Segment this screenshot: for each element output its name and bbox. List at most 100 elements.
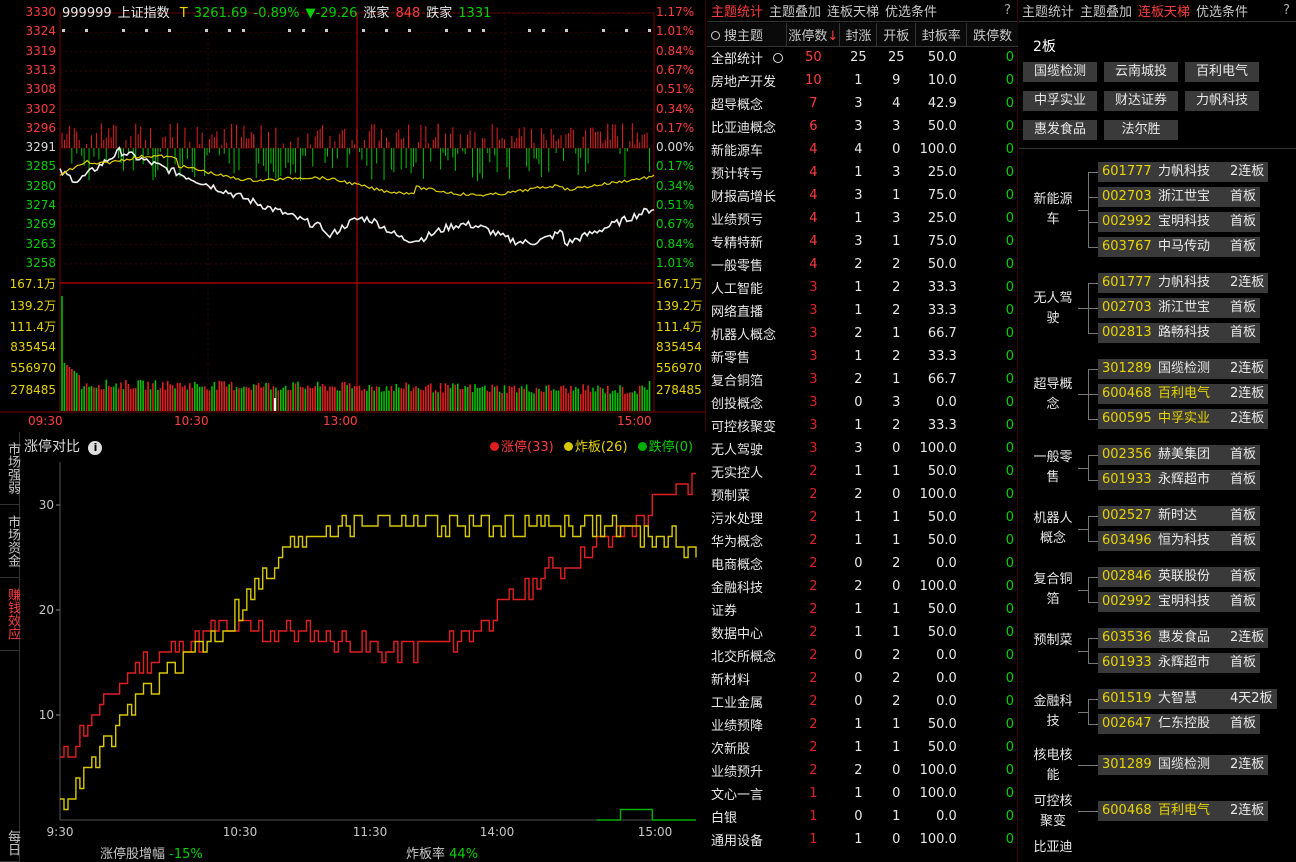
theme-row[interactable]: 无人驾驶 3 3 0 100.0 0 xyxy=(707,437,1018,460)
help-icon-2[interactable]: ? xyxy=(1283,3,1290,18)
ladder-stock-row[interactable]: 601777 力帆科技 2连板 xyxy=(1098,273,1269,293)
theme-row[interactable]: 预计转亏 4 1 3 25.0 0 xyxy=(707,161,1018,184)
stock-chip[interactable]: 法尔胜 xyxy=(1104,120,1178,140)
ladder-stock-row[interactable]: 603767 中马传动 首板 xyxy=(1098,237,1261,257)
board-tag: 2连板 xyxy=(1230,411,1265,426)
search-theme-header[interactable]: 搜主题 xyxy=(707,23,788,47)
col-seal-rate[interactable]: 封板率 xyxy=(915,23,968,47)
col-sealed[interactable]: 封涨 xyxy=(839,23,878,47)
stock-chip[interactable]: 财达证券 xyxy=(1104,91,1178,111)
opened-count: 3 xyxy=(892,119,901,134)
theme-row[interactable]: 业绩预升 2 2 0 100.0 0 xyxy=(707,759,1018,782)
seal-rate: 75.0 xyxy=(927,234,957,249)
tab-board-ladder-2[interactable]: 连板天梯 xyxy=(1138,1,1190,20)
stock-code: 002356 xyxy=(1102,447,1152,462)
refresh-circle-icon[interactable] xyxy=(773,53,784,64)
opened-count: 0 xyxy=(892,579,901,594)
theme-row[interactable]: 污水处理 2 1 1 50.0 0 xyxy=(707,506,1018,529)
theme-row[interactable]: 业绩预降 2 1 1 50.0 0 xyxy=(707,713,1018,736)
theme-row[interactable]: 无实控人 2 1 1 50.0 0 xyxy=(707,460,1018,483)
stock-name: 仁东控股 xyxy=(1158,716,1211,731)
ladder-stock-row[interactable]: 002356 赫美集团 首板 xyxy=(1098,445,1261,465)
theme-row[interactable]: 业绩预亏 4 1 3 25.0 0 xyxy=(707,207,1018,230)
intraday-chart-svg[interactable] xyxy=(0,0,706,432)
event-marker xyxy=(325,29,328,32)
theme-row[interactable]: 新零售 3 1 2 33.3 0 xyxy=(707,345,1018,368)
ladder-stock-row[interactable]: 601933 永辉超市 首板 xyxy=(1098,653,1261,673)
theme-row[interactable]: 工业金属 2 0 2 0.0 0 xyxy=(707,690,1018,713)
theme-row[interactable]: 一般零售 4 2 2 50.0 0 xyxy=(707,253,1018,276)
theme-row[interactable]: 数据中心 2 1 1 50.0 0 xyxy=(707,621,1018,644)
tab-theme-stats[interactable]: 主题统计 xyxy=(711,1,763,20)
ladder-stock-row[interactable]: 601933 永辉超市 首板 xyxy=(1098,470,1261,490)
ladder-stock-row[interactable]: 301289 国缆检测 2连板 xyxy=(1098,359,1269,379)
tab-theme-stats-2[interactable]: 主题统计 xyxy=(1022,1,1074,20)
theme-row[interactable]: 预制菜 2 2 0 100.0 0 xyxy=(707,483,1018,506)
theme-row[interactable]: 人工智能 3 1 2 33.3 0 xyxy=(707,276,1018,299)
theme-row[interactable]: 房地产开发 10 1 9 10.0 0 xyxy=(707,69,1018,92)
help-icon[interactable]: ? xyxy=(1004,3,1011,18)
theme-row[interactable]: 比亚迪概念 6 3 3 50.0 0 xyxy=(707,115,1018,138)
ladder-stock-row[interactable]: 002992 宝明科技 首板 xyxy=(1098,592,1261,612)
theme-row[interactable]: 网络直播 3 1 2 33.3 0 xyxy=(707,299,1018,322)
theme-row[interactable]: 可控核聚变 3 1 2 33.3 0 xyxy=(707,414,1018,437)
theme-row[interactable]: 新能源车 4 4 0 100.0 0 xyxy=(707,138,1018,161)
stock-chip[interactable]: 中孚实业 xyxy=(1023,91,1097,111)
seal-rate: 25.0 xyxy=(927,165,957,180)
col-limit-down-count[interactable]: 跌停数 xyxy=(966,23,1018,47)
info-icon[interactable]: i xyxy=(88,441,103,455)
tab-preferred-conditions-2[interactable]: 优选条件 xyxy=(1196,1,1248,20)
stock-name: 恒为科技 xyxy=(1158,533,1211,548)
col-limit-up-count[interactable]: 涨停数↓ xyxy=(786,23,841,47)
theme-row[interactable]: 华为概念 2 1 1 50.0 0 xyxy=(707,529,1018,552)
ladder-stock-row[interactable]: 002813 路畅科技 首板 xyxy=(1098,323,1261,343)
stock-chip[interactable]: 云南城投 xyxy=(1104,62,1178,82)
ladder-stock-row[interactable]: 600468 百利电气 2连板 xyxy=(1098,384,1269,404)
theme-row[interactable]: 财报高增长 4 3 1 75.0 0 xyxy=(707,184,1018,207)
stock-chip[interactable]: 惠发食品 xyxy=(1023,120,1097,140)
tab-preferred-conditions[interactable]: 优选条件 xyxy=(885,1,937,20)
theme-row[interactable]: 金融科技 2 2 0 100.0 0 xyxy=(707,575,1018,598)
ladder-stock-row[interactable]: 002846 英联股份 首板 xyxy=(1098,567,1261,587)
tab-board-ladder[interactable]: 连板天梯 xyxy=(827,1,879,20)
ladder-stock-row[interactable]: 002992 宝明科技 首板 xyxy=(1098,212,1261,232)
ladder-stock-row[interactable]: 603536 惠发食品 2连板 xyxy=(1098,628,1269,648)
theme-row[interactable]: 机器人概念 3 2 1 66.7 0 xyxy=(707,322,1018,345)
ladder-stock-row[interactable]: 002703 浙江世宝 首板 xyxy=(1098,187,1261,207)
theme-row[interactable]: 白银 1 0 1 0.0 0 xyxy=(707,805,1018,828)
ladder-stock-row[interactable]: 002703 浙江世宝 首板 xyxy=(1098,298,1261,318)
ladder-stock-row[interactable]: 002647 仁东控股 首板 xyxy=(1098,714,1261,734)
theme-row[interactable]: 证券 2 1 1 50.0 0 xyxy=(707,598,1018,621)
ladder-stock-row[interactable]: 600595 中孚实业 2连板 xyxy=(1098,409,1269,429)
board-tag: 2连板 xyxy=(1230,275,1265,290)
theme-row[interactable]: 北交所概念 2 0 2 0.0 0 xyxy=(707,644,1018,667)
tab-theme-overlay[interactable]: 主题叠加 xyxy=(769,1,821,20)
theme-row[interactable]: 次新股 2 1 1 50.0 0 xyxy=(707,736,1018,759)
ladder-stock-row[interactable]: 002527 新时达 首板 xyxy=(1098,506,1261,526)
board-level-title: 2板 xyxy=(1033,39,1056,55)
ladder-stock-row[interactable]: 603496 恒为科技 首板 xyxy=(1098,531,1261,551)
theme-row[interactable]: 创投概念 3 0 3 0.0 0 xyxy=(707,391,1018,414)
stock-chip[interactable]: 力帆科技 xyxy=(1185,91,1259,111)
group-bracket xyxy=(1088,516,1089,541)
intraday-chart[interactable] xyxy=(0,0,706,432)
theme-name: 预制菜 xyxy=(711,489,751,504)
theme-row[interactable]: 全部统计 50 25 25 50.0 0 xyxy=(707,46,1018,69)
theme-row[interactable]: 电商概念 2 0 2 0.0 0 xyxy=(707,552,1018,575)
theme-row[interactable]: 通用设备 1 1 0 100.0 0 xyxy=(707,828,1018,851)
theme-row[interactable]: 文心一言 1 1 0 100.0 0 xyxy=(707,782,1018,805)
x-tick-label: 9:30 xyxy=(47,825,74,839)
ladder-stock-row[interactable]: 601519 大智慧 4天2板 xyxy=(1098,689,1277,709)
col-opened[interactable]: 开板 xyxy=(876,23,917,47)
tab-theme-overlay-2[interactable]: 主题叠加 xyxy=(1080,1,1132,20)
stock-chip[interactable]: 国缆检测 xyxy=(1023,62,1097,82)
ladder-stock-row[interactable]: 601777 力帆科技 2连板 xyxy=(1098,162,1269,182)
theme-row[interactable]: 新材料 2 0 2 0.0 0 xyxy=(707,667,1018,690)
ladder-stock-row[interactable]: 600468 百利电气 2连板 xyxy=(1098,801,1269,821)
theme-row[interactable]: 专精特新 4 3 1 75.0 0 xyxy=(707,230,1018,253)
theme-row[interactable]: 复合铜箔 3 2 1 66.7 0 xyxy=(707,368,1018,391)
theme-name: 复合铜箔 xyxy=(711,374,764,389)
stock-chip[interactable]: 百利电气 xyxy=(1185,62,1259,82)
theme-row[interactable]: 超导概念 7 3 4 42.9 0 xyxy=(707,92,1018,115)
ladder-stock-row[interactable]: 301289 国缆检测 2连板 xyxy=(1098,755,1269,775)
